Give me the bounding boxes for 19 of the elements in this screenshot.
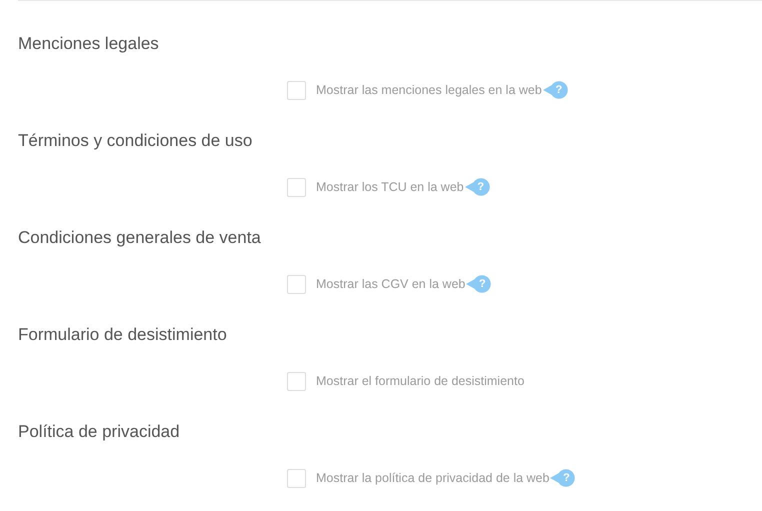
checkbox[interactable] xyxy=(287,468,306,488)
help-icon[interactable]: ? xyxy=(466,275,492,293)
section-heading: Condiciones generales de venta xyxy=(18,228,262,248)
help-icon[interactable]: ? xyxy=(550,469,576,487)
section-heading: Formulario de desistimiento xyxy=(18,325,228,345)
checkbox-label[interactable]: Mostrar el formulario de desistimiento xyxy=(316,374,524,388)
help-icon[interactable]: ? xyxy=(542,81,568,99)
section-heading: Política de privacidad xyxy=(18,422,181,442)
section-heading: Menciones legales xyxy=(18,34,160,54)
checkbox-label[interactable]: Mostrar las menciones legales en la web xyxy=(316,83,542,97)
checkbox-label[interactable]: Mostrar la política de privacidad de la web xyxy=(316,471,550,485)
checkbox[interactable] xyxy=(287,274,306,294)
checkbox[interactable] xyxy=(287,80,306,100)
checkbox[interactable] xyxy=(287,178,306,196)
checkbox-label[interactable]: Mostrar los TCU en la web xyxy=(316,180,464,194)
checkbox-label[interactable]: Mostrar las CGV en la web xyxy=(316,277,466,291)
checkbox[interactable] xyxy=(287,372,306,390)
section-heading: Términos y condiciones de uso xyxy=(18,131,254,151)
help-icon[interactable]: ? xyxy=(464,178,490,196)
